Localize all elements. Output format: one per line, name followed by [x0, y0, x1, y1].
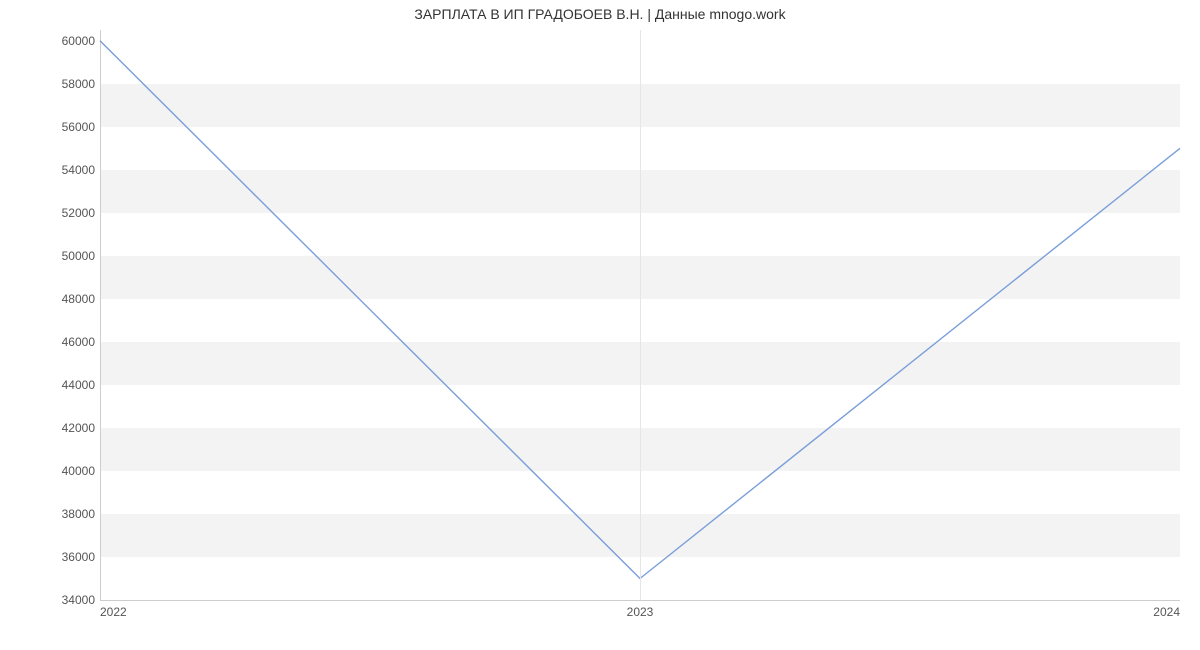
x-tick-label: 2022 [100, 605, 127, 619]
y-tick-label: 52000 [0, 206, 95, 220]
y-tick-label: 40000 [0, 464, 95, 478]
y-tick-label: 38000 [0, 507, 95, 521]
y-tick-label: 54000 [0, 163, 95, 177]
chart-container: ЗАРПЛАТА В ИП ГРАДОБОЕВ В.Н. | Данные mn… [0, 0, 1200, 650]
x-gridline [640, 30, 641, 600]
y-tick-label: 34000 [0, 593, 95, 607]
x-tick-label: 2024 [1153, 605, 1180, 619]
y-tick-label: 44000 [0, 378, 95, 392]
y-tick-label: 36000 [0, 550, 95, 564]
y-tick-label: 46000 [0, 335, 95, 349]
y-tick-label: 48000 [0, 292, 95, 306]
y-tick-label: 42000 [0, 421, 95, 435]
chart-title: ЗАРПЛАТА В ИП ГРАДОБОЕВ В.Н. | Данные mn… [0, 6, 1200, 22]
y-tick-label: 50000 [0, 249, 95, 263]
x-tick-label: 2023 [627, 605, 654, 619]
y-tick-label: 58000 [0, 77, 95, 91]
y-tick-label: 60000 [0, 34, 95, 48]
y-tick-label: 56000 [0, 120, 95, 134]
